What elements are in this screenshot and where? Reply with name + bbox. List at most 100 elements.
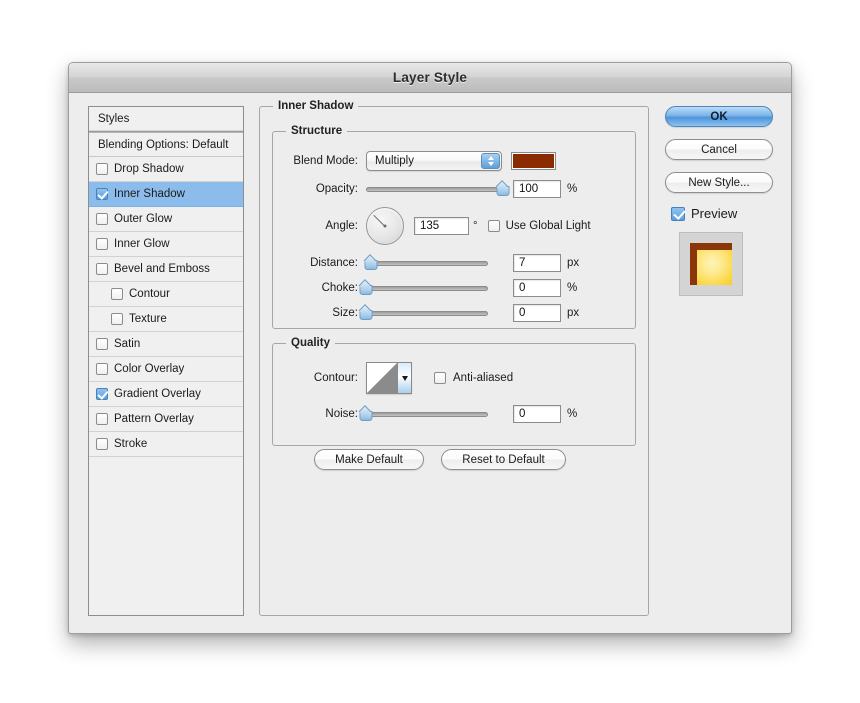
preview-toggle[interactable]: Preview: [671, 206, 737, 221]
shadow-color-swatch[interactable]: [511, 152, 556, 170]
preview-swatch-shape: [690, 243, 732, 285]
angle-dial[interactable]: [366, 207, 404, 245]
cancel-label: Cancel: [701, 143, 737, 156]
chevron-down-icon: [487, 162, 494, 166]
use-global-light-label: Use Global Light: [505, 220, 591, 232]
style-enable-checkbox[interactable]: [96, 188, 108, 200]
style-enable-checkbox[interactable]: [96, 163, 108, 175]
noise-slider-knob[interactable]: [359, 408, 373, 421]
sidebar-item-stroke[interactable]: Stroke: [89, 432, 243, 457]
opacity-slider-track: [366, 186, 503, 192]
angle-value: 135: [420, 220, 440, 232]
styles-header[interactable]: Styles: [89, 107, 243, 132]
choke-slider[interactable]: [359, 281, 488, 295]
opacity-slider[interactable]: [366, 182, 510, 196]
sidebar-item-inner-shadow[interactable]: Inner Shadow: [89, 182, 243, 207]
style-enable-checkbox[interactable]: [96, 413, 108, 425]
blend-mode-select[interactable]: Multiply: [366, 151, 502, 171]
anti-aliased-checkbox[interactable]: [434, 372, 446, 384]
choke-slider-knob[interactable]: [359, 282, 373, 295]
structure-legend: Structure: [286, 125, 348, 137]
blend-mode-value: Multiply: [375, 155, 414, 167]
sidebar-item-label: Color Overlay: [114, 363, 185, 375]
style-enable-checkbox[interactable]: [96, 213, 108, 225]
distance-input[interactable]: 7: [513, 254, 561, 272]
style-enable-checkbox[interactable]: [96, 438, 108, 450]
distance-row: Distance: 7 px: [272, 253, 636, 273]
new-style-label: New Style...: [688, 176, 750, 189]
ok-button[interactable]: OK: [665, 106, 773, 127]
choke-row: Choke: 0 %: [272, 278, 636, 298]
sidebar-item-inner-glow[interactable]: Inner Glow: [89, 232, 243, 257]
choke-label: Choke:: [321, 282, 358, 294]
style-enable-checkbox[interactable]: [96, 238, 108, 250]
style-enable-checkbox[interactable]: [96, 363, 108, 375]
blending-options-label: Blending Options: Default: [98, 138, 229, 151]
opacity-label: Opacity:: [315, 183, 358, 195]
noise-label: Noise:: [325, 408, 358, 420]
choke-slider-track: [366, 285, 488, 291]
distance-value: 7: [519, 257, 526, 269]
style-enable-checkbox[interactable]: [111, 288, 123, 300]
sidebar-item-satin[interactable]: Satin: [89, 332, 243, 357]
angle-input[interactable]: 135: [414, 217, 469, 235]
inner-shadow-panel: Inner Shadow Structure Blend Mode: Multi…: [259, 100, 649, 616]
size-input[interactable]: 0: [513, 304, 561, 322]
distance-unit: px: [567, 257, 580, 269]
style-preview-thumbnail: [679, 232, 743, 296]
distance-slider-knob[interactable]: [364, 257, 378, 270]
layer-style-dialog: Layer Style Styles Blending Options: Def…: [68, 62, 792, 634]
size-label: Size:: [332, 307, 358, 319]
preview-checkbox[interactable]: [671, 206, 685, 221]
sidebar-item-label: Contour: [129, 288, 170, 300]
choke-value: 0: [519, 282, 526, 294]
blend-mode-stepper-icon[interactable]: [481, 153, 500, 169]
size-value: 0: [519, 307, 526, 319]
size-slider[interactable]: [359, 306, 488, 320]
sidebar-item-label: Drop Shadow: [114, 163, 184, 175]
style-enable-checkbox[interactable]: [96, 338, 108, 350]
size-slider-track: [366, 310, 488, 316]
noise-unit: %: [567, 408, 578, 420]
dialog-body: Styles Blending Options: Default Drop Sh…: [69, 93, 791, 633]
sidebar-item-contour[interactable]: Contour: [89, 282, 243, 307]
reset-to-default-button[interactable]: Reset to Default: [441, 449, 566, 470]
sidebar-item-pattern-overlay[interactable]: Pattern Overlay: [89, 407, 243, 432]
use-global-light-checkbox[interactable]: [487, 220, 500, 232]
noise-slider-track: [366, 411, 488, 417]
contour-dropdown-button[interactable]: [397, 363, 411, 393]
opacity-input[interactable]: 100: [513, 180, 561, 198]
cancel-button[interactable]: Cancel: [665, 139, 773, 160]
make-default-button[interactable]: Make Default: [314, 449, 424, 470]
sidebar-item-label: Gradient Overlay: [114, 388, 201, 400]
size-unit: px: [567, 307, 580, 319]
opacity-value: 100: [519, 183, 539, 195]
distance-slider[interactable]: [364, 256, 488, 270]
noise-slider[interactable]: [359, 407, 488, 421]
contour-preset-picker[interactable]: [366, 362, 412, 394]
sidebar-item-label: Texture: [129, 313, 167, 325]
sidebar-item-outer-glow[interactable]: Outer Glow: [89, 207, 243, 232]
size-slider-knob[interactable]: [359, 307, 373, 320]
blend-mode-row: Blend Mode: Multiply: [272, 151, 636, 171]
style-enable-checkbox[interactable]: [111, 313, 123, 325]
sidebar-item-label: Outer Glow: [114, 213, 173, 225]
style-enable-checkbox[interactable]: [96, 388, 108, 400]
sidebar-item-label: Inner Glow: [114, 238, 170, 250]
sidebar-item-gradient-overlay[interactable]: Gradient Overlay: [89, 382, 243, 407]
sidebar-item-texture[interactable]: Texture: [89, 307, 243, 332]
sidebar-item-label: Bevel and Emboss: [114, 263, 210, 275]
sidebar-item-blending-options[interactable]: Blending Options: Default: [89, 132, 243, 157]
choke-input[interactable]: 0: [513, 279, 561, 297]
new-style-button[interactable]: New Style...: [665, 172, 773, 193]
style-enable-checkbox[interactable]: [96, 263, 108, 275]
sidebar-item-color-overlay[interactable]: Color Overlay: [89, 357, 243, 382]
sidebar-item-bevel-and-emboss[interactable]: Bevel and Emboss: [89, 257, 243, 282]
anti-aliased-label: Anti-aliased: [453, 372, 514, 384]
noise-input[interactable]: 0: [513, 405, 561, 423]
quality-legend: Quality: [286, 337, 335, 349]
chevron-up-icon: [487, 156, 494, 160]
sidebar-item-drop-shadow[interactable]: Drop Shadow: [89, 157, 243, 182]
dialog-title: Layer Style: [392, 70, 468, 85]
opacity-slider-knob[interactable]: [496, 183, 510, 196]
